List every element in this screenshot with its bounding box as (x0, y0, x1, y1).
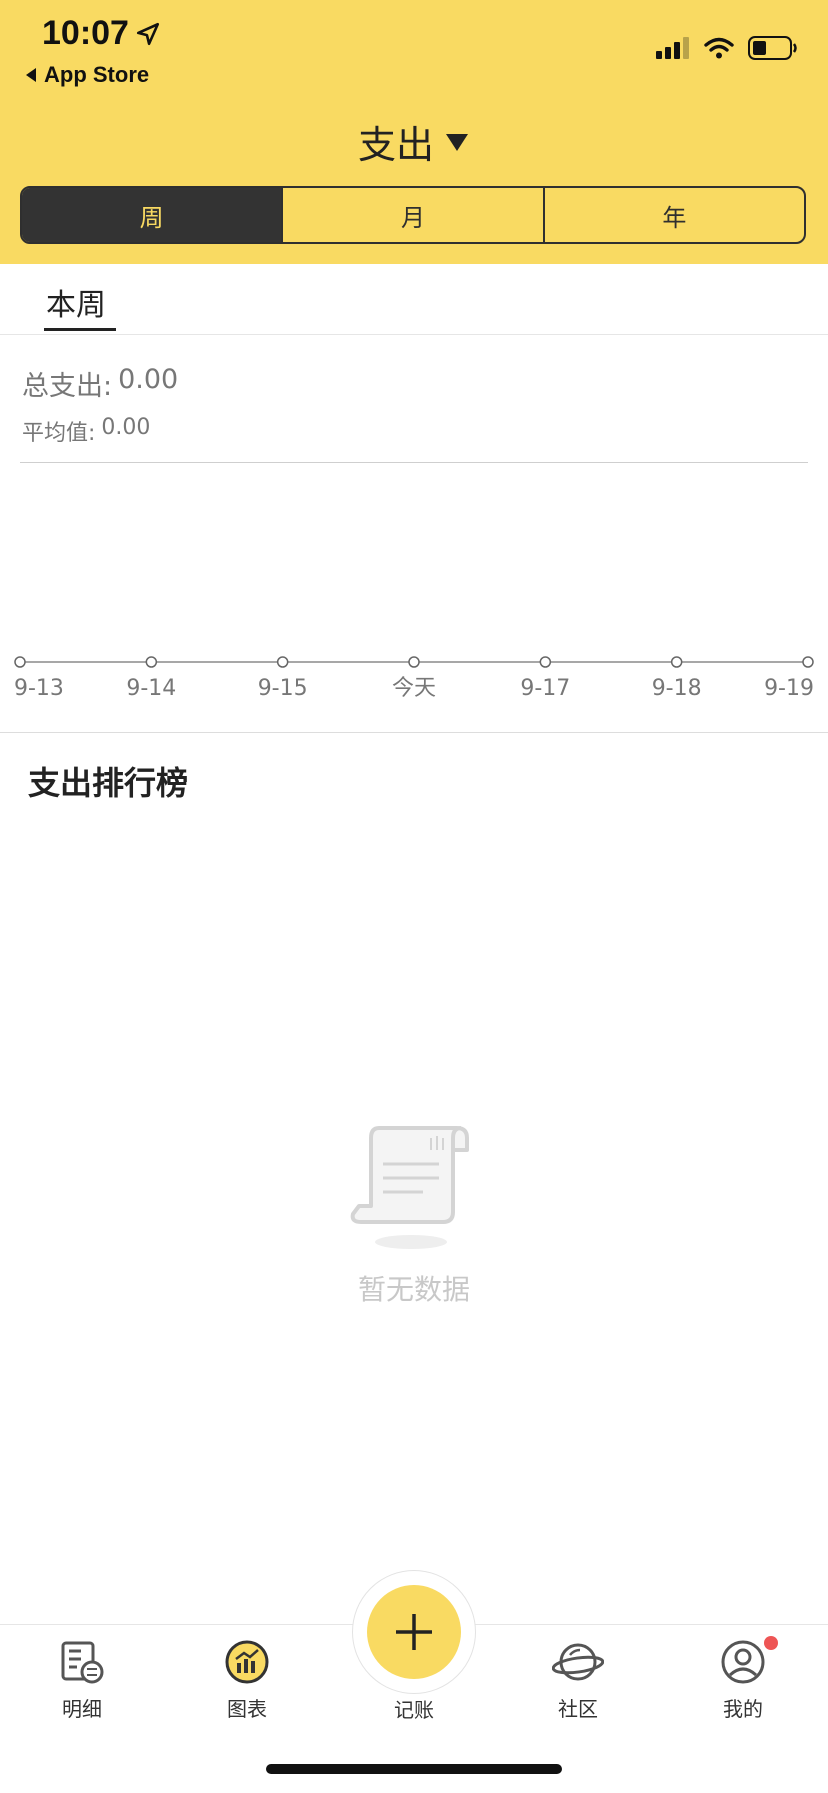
add-record-button[interactable] (367, 1585, 461, 1679)
chart-icon (225, 1640, 269, 1684)
weekly-line-chart: 9-13 9-14 9-15 今天 9-17 9-18 9-19 (14, 656, 814, 700)
section-divider (0, 732, 828, 733)
location-arrow-icon (136, 22, 160, 45)
wifi-icon (704, 37, 734, 59)
period-tabs: 本周 (0, 264, 828, 335)
chart-x-tick-label: 9-13 (14, 676, 64, 700)
chart-x-tick-label: 9-18 (652, 676, 702, 700)
chart-point (145, 656, 158, 668)
average-label: 平均值: (22, 421, 96, 446)
battery-icon (748, 36, 797, 60)
chart-point (802, 656, 814, 668)
chart-point (670, 656, 683, 668)
segment-year[interactable]: 年 (542, 188, 804, 242)
chart-x-tick-label: 9-17 (520, 676, 570, 700)
nav-detail-label: 明细 (62, 1697, 102, 1721)
notification-badge (764, 1636, 778, 1650)
plus-icon (396, 1614, 432, 1650)
empty-text: 暂无数据 (357, 1273, 470, 1306)
segment-week[interactable]: 周 (22, 188, 282, 242)
total-expense: 总支出: 0.00 (22, 364, 178, 403)
signal-icon (656, 37, 689, 59)
chart-point (14, 656, 26, 668)
chart-x-tick-label: 9-14 (126, 676, 176, 700)
nav-chart-label: 图表 (227, 1697, 267, 1721)
chart-x-tick-label: 9-19 (764, 676, 814, 700)
dropdown-triangle-icon (446, 133, 468, 151)
summary-divider (20, 462, 808, 463)
nav-mine[interactable]: 我的 (688, 1639, 798, 1722)
period-segmented-control: 周 月 年 (20, 186, 806, 244)
nav-detail[interactable]: 明细 (27, 1639, 137, 1722)
home-indicator (266, 1764, 562, 1774)
average-value: 0.00 (101, 415, 151, 440)
back-to-app-store[interactable]: App Store (24, 62, 149, 88)
ranking-title: 支出排行榜 (28, 764, 189, 802)
tab-current-week[interactable]: 本周 (46, 280, 106, 324)
chart-point (276, 656, 289, 668)
summary: 总支出: 0.00 平均值: 0.00 (22, 364, 178, 447)
active-tab-underline (44, 328, 116, 331)
chart-x-tick-label: 9-15 (258, 676, 308, 700)
nav-community[interactable]: 社区 (523, 1639, 633, 1722)
type-selector[interactable]: 支出 (0, 114, 828, 169)
page-title: 支出 (357, 123, 434, 167)
average-expense: 平均值: 0.00 (22, 415, 178, 447)
empty-scroll-icon (350, 1126, 469, 1249)
planet-icon (552, 1643, 604, 1681)
nav-chart[interactable]: 图表 (192, 1639, 302, 1722)
nav-community-label: 社区 (558, 1697, 598, 1721)
total-label: 总支出: (22, 371, 113, 402)
chart-point (408, 656, 420, 668)
empty-state: 暂无数据 (0, 1120, 828, 1308)
segment-month[interactable]: 月 (281, 188, 542, 242)
detail-icon (61, 1641, 104, 1684)
add-record-label: 记账 (394, 1698, 434, 1722)
status-time-text: 10:07 (42, 14, 129, 52)
user-icon (721, 1640, 765, 1684)
chart-x-tick-label: 今天 (392, 676, 436, 700)
total-value: 0.00 (118, 364, 179, 395)
nav-mine-label: 我的 (723, 1697, 763, 1721)
status-indicators (656, 36, 798, 60)
status-time: 10:07 (42, 14, 161, 53)
header-bar: 10:07 App Store 支出 周 月 年 (0, 0, 828, 264)
chart-point (539, 656, 552, 668)
back-label: App Store (44, 62, 150, 87)
back-triangle-icon (26, 68, 36, 82)
